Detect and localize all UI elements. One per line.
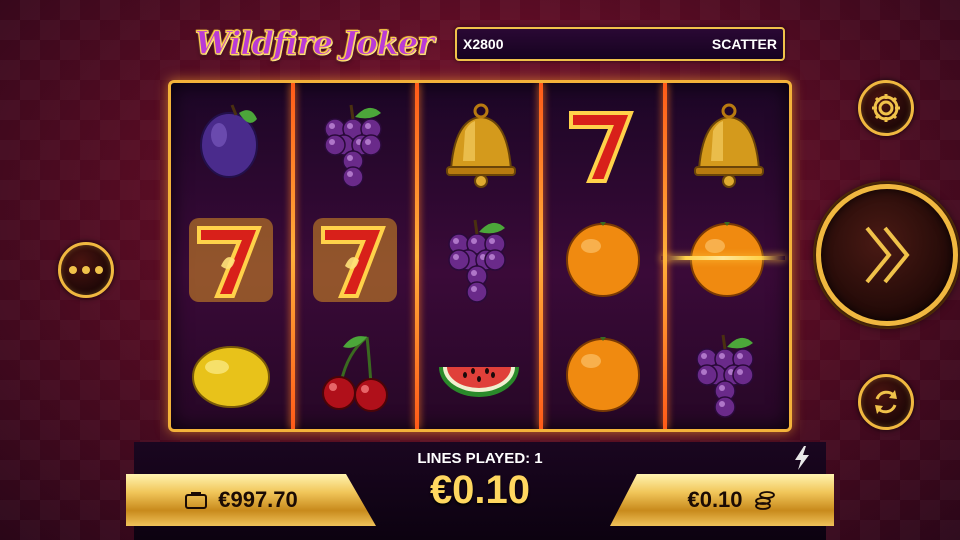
gear-icon bbox=[872, 94, 900, 122]
spin-button[interactable] bbox=[816, 184, 958, 326]
seven-icon bbox=[313, 217, 397, 302]
lines-played-label: LINES PLAYED: 1 bbox=[417, 450, 543, 467]
reel-symbol-seven bbox=[543, 83, 663, 198]
reel-symbol-plum bbox=[171, 83, 291, 198]
reel-symbol-orange bbox=[543, 198, 663, 313]
game-title: Wildfire Joker bbox=[194, 24, 434, 63]
double-chevron-right-icon bbox=[865, 226, 910, 284]
wallet-icon bbox=[185, 492, 208, 509]
payout-multiplier: X2800 bbox=[463, 36, 504, 52]
grapes-icon bbox=[696, 335, 754, 419]
lemon-icon bbox=[192, 346, 270, 409]
seven-icon bbox=[189, 217, 273, 302]
paytable-info-bar: X2800 SCATTER bbox=[455, 27, 785, 61]
watermelon-icon bbox=[439, 367, 519, 398]
reel-symbol-lemon bbox=[171, 314, 291, 429]
reel-symbol-cherries bbox=[295, 314, 415, 429]
reel-symbol-bell bbox=[667, 83, 787, 198]
reel-3 bbox=[419, 83, 539, 429]
menu-dots-icon bbox=[69, 266, 103, 274]
reel-symbol-grapes bbox=[667, 314, 787, 429]
reel-1 bbox=[171, 83, 291, 429]
reel-symbol-seven bbox=[171, 198, 291, 313]
autoplay-button[interactable] bbox=[858, 374, 914, 430]
reel-symbol-bell bbox=[419, 83, 539, 198]
orange-icon bbox=[566, 221, 640, 297]
grapes-icon bbox=[448, 219, 506, 303]
reel-symbol-watermelon bbox=[419, 314, 539, 429]
seven-icon bbox=[569, 110, 634, 183]
game-logo: Wildfire Joker bbox=[176, 22, 452, 64]
reel-symbol-grapes bbox=[295, 83, 415, 198]
bell-icon bbox=[446, 103, 516, 188]
symbol-label: SCATTER bbox=[711, 36, 777, 52]
bet-selector[interactable]: €0.10 bbox=[610, 474, 834, 526]
settings-button[interactable] bbox=[858, 80, 914, 136]
grapes-icon bbox=[324, 104, 382, 188]
coin-stack-icon bbox=[754, 491, 775, 510]
bet-value: €0.10 bbox=[687, 487, 743, 512]
bell-icon bbox=[694, 103, 764, 188]
reel-2 bbox=[295, 83, 415, 429]
reel-symbol-seven bbox=[295, 198, 415, 313]
refresh-icon bbox=[875, 390, 897, 414]
reel-symbol-grapes bbox=[419, 198, 539, 313]
total-bet-value: €0.10 bbox=[429, 468, 531, 512]
reel-4 bbox=[543, 83, 663, 429]
win-line-indicator bbox=[661, 256, 785, 260]
balance-value: €997.70 bbox=[218, 487, 298, 512]
reel-area bbox=[168, 80, 792, 432]
orange-icon bbox=[566, 337, 640, 413]
plum-icon bbox=[200, 104, 258, 178]
reel-symbol-orange bbox=[543, 314, 663, 429]
cherries-icon bbox=[322, 336, 388, 413]
lightning-icon[interactable] bbox=[792, 446, 812, 470]
balance-display[interactable]: €997.70 bbox=[126, 474, 376, 526]
menu-button[interactable] bbox=[58, 242, 114, 298]
